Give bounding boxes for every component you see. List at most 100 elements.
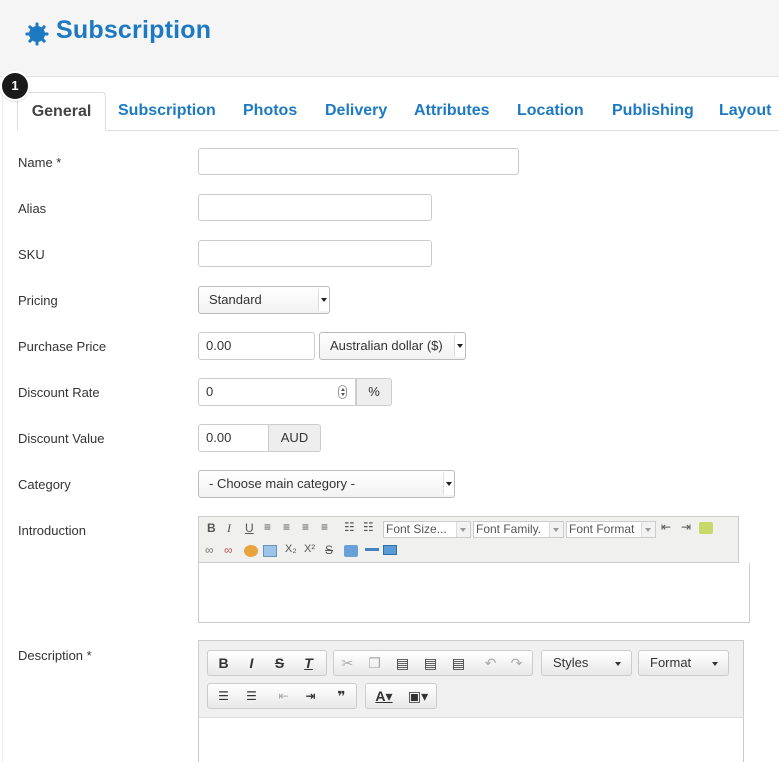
pricing-value: Standard [209,292,262,307]
tab-attributes[interactable]: Attributes [414,92,490,130]
tab-photos[interactable]: Photos [243,92,297,130]
chevron-down-icon [318,289,329,311]
discount-value-input[interactable]: 0.00 [198,424,269,452]
description-editor: B I S T ✂ ❐ ▤ ▤ ▤ ↶ ↷ Styles Format ☰ ☰ … [198,640,744,762]
font-format-select[interactable]: Font Format [566,521,656,538]
subscript-icon[interactable]: X₂ [285,543,297,555]
purchase-price-input[interactable]: 0.00 [198,332,315,360]
tab-layout[interactable]: Layout [719,92,771,130]
gear-icon [25,22,49,46]
pricing-label: Pricing [18,293,58,308]
discount-rate-label: Discount Rate [18,385,100,400]
introduction-label: Introduction [18,523,86,538]
discount-rate-input[interactable]: 0 [198,378,356,406]
copy-icon[interactable]: ❐ [361,651,388,675]
superscript-icon[interactable]: X² [304,543,315,555]
bold-icon[interactable]: B [207,521,216,535]
page-title: Subscription [56,16,212,44]
tab-location[interactable]: Location [517,92,584,130]
undo-icon[interactable]: ↶ [477,651,504,675]
unordered-list-icon[interactable]: ☰ [238,684,265,708]
tab-general[interactable]: General [17,92,106,131]
description-label: Description * [18,648,92,663]
list-button-group: ☰ ☰ ⇤ ⇥ ❞ [207,683,357,709]
pricing-select[interactable]: Standard [198,286,330,314]
name-label: Name * [18,155,62,170]
tab-publishing[interactable]: Publishing [612,92,694,130]
italic-icon[interactable]: I [227,521,231,536]
format-button-group: B I S T [207,650,327,676]
unlink-icon[interactable]: ∞ [224,543,233,557]
description-toolbar: B I S T ✂ ❐ ▤ ▤ ▤ ↶ ↷ Styles Format ☰ ☰ … [199,641,743,718]
currency-value: Australian dollar ($) [330,338,443,353]
clear-format-icon[interactable]: T [295,651,322,675]
link-icon[interactable]: ∞ [205,543,214,557]
left-border [2,0,3,762]
chevron-down-icon [456,522,470,537]
font-size-select[interactable]: Font Size... [383,521,471,538]
chevron-down-icon [443,473,454,495]
outdent-icon[interactable]: ⇤ [661,520,671,534]
percent-addon: % [356,378,392,406]
chevron-down-icon [641,522,655,537]
tab-subscription[interactable]: Subscription [118,92,216,130]
sku-label: SKU [18,247,45,262]
strikethrough-icon[interactable]: S [325,543,333,557]
italic-icon[interactable]: I [238,651,265,675]
indent-icon[interactable]: ⇥ [681,520,691,534]
edit-icon[interactable] [699,522,713,534]
bold-icon[interactable]: B [210,651,237,675]
ordered-list-icon[interactable]: ☰ [210,684,237,708]
html-source-icon[interactable] [383,545,397,555]
underline-icon[interactable]: U [245,521,254,535]
cut-icon[interactable]: ✂ [334,651,361,675]
align-right-icon[interactable]: ≡ [302,520,309,534]
paste-icon[interactable]: ▤ [389,651,416,675]
format-dropdown[interactable]: Format [638,650,729,676]
font-family-value: Font Family. [476,522,542,536]
anchor-icon[interactable] [244,545,258,557]
background-color-icon[interactable]: ▣▾ [402,684,434,708]
category-select[interactable]: - Choose main category - [198,470,455,498]
redo-icon[interactable]: ↷ [503,651,530,675]
aud-addon: AUD [268,424,321,452]
color-button-group: A▾ ▣▾ [365,683,437,709]
clipboard-button-group: ✂ ❐ ▤ ▤ ▤ ↶ ↷ [333,650,533,676]
alias-input[interactable] [198,194,432,221]
ordered-list-icon[interactable]: ☷ [344,520,355,534]
font-size-value: Font Size... [386,522,447,536]
discount-value-label: Discount Value [18,431,105,446]
intro-editor-area[interactable] [198,563,750,623]
chevron-down-icon [454,335,465,357]
styles-dropdown[interactable]: Styles [541,650,632,676]
tab-delivery[interactable]: Delivery [325,92,387,130]
outdent-icon[interactable]: ⇤ [270,684,297,708]
font-family-select[interactable]: Font Family. [473,521,564,538]
strikethrough-icon[interactable]: S [266,651,293,675]
page-header: Subscription [0,0,779,77]
indent-icon[interactable]: ⇥ [297,684,324,708]
unordered-list-icon[interactable]: ☷ [363,520,374,534]
font-format-value: Font Format [569,522,635,536]
intro-editor-toolbar: B I U ≡ ≡ ≡ ≡ ☷ ☷ Font Size... Font Fami… [198,516,739,563]
align-center-icon[interactable]: ≡ [283,520,290,534]
chevron-down-icon [549,522,563,537]
category-label: Category [18,477,71,492]
step-badge: 1 [2,73,28,99]
paste-text-icon[interactable]: ▤ [417,651,444,675]
purchase-price-label: Purchase Price [18,339,107,354]
name-input[interactable] [198,148,519,175]
cleanup-icon[interactable] [344,545,358,557]
blockquote-icon[interactable]: ❞ [328,684,355,708]
paste-word-icon[interactable]: ▤ [445,651,472,675]
image-icon[interactable] [263,545,277,557]
align-justify-icon[interactable]: ≡ [321,520,328,534]
currency-select[interactable]: Australian dollar ($) [319,332,466,360]
horizontal-rule-icon[interactable] [365,548,379,551]
tab-bar: General Subscription Photos Delivery Att… [17,92,779,131]
stepper-icon[interactable] [338,385,347,399]
sku-input[interactable] [198,240,432,267]
alias-label: Alias [18,201,47,216]
align-left-icon[interactable]: ≡ [264,520,271,534]
text-color-icon[interactable]: A▾ [368,684,400,708]
